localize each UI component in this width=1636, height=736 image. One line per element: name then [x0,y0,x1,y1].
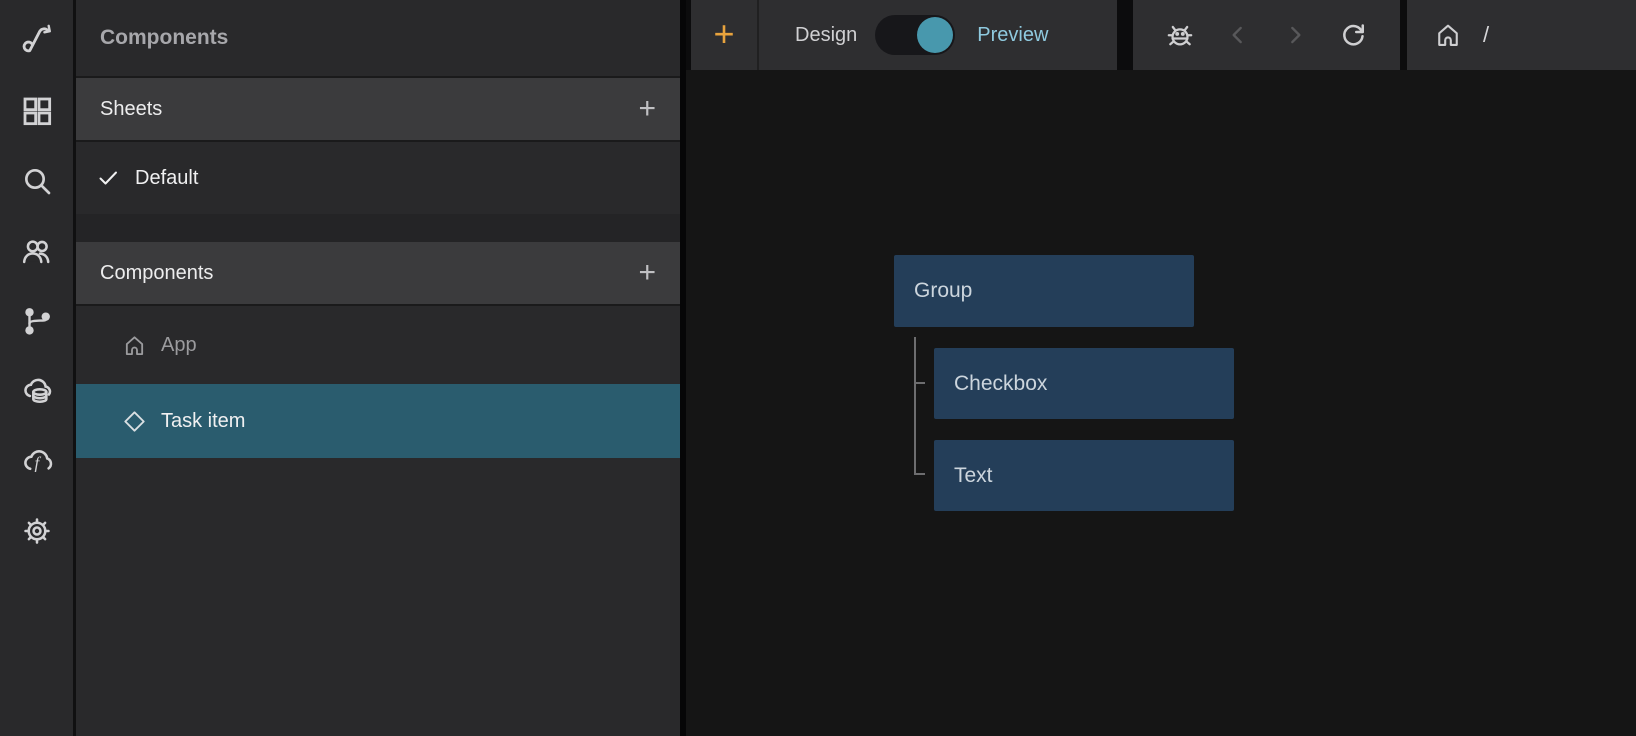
svg-text:f: f [34,453,41,472]
refresh-icon[interactable] [1336,18,1370,52]
bug-icon[interactable] [1163,18,1197,52]
add-element-button[interactable]: + [713,16,734,52]
toolbar: + Design Preview [686,0,1636,70]
icon-rail: f [0,0,76,736]
search-icon[interactable] [20,164,54,198]
toolbar-add-section: + [691,0,759,70]
diamond-icon [122,409,146,433]
tree-connector-vertical [914,337,916,475]
tree-node-text[interactable]: Text [934,440,1234,511]
nav-controls-section [1133,0,1400,70]
component-item-label: Task item [161,410,245,433]
preview-mode-label[interactable]: Preview [977,24,1048,47]
sheet-item-default[interactable]: Default [76,142,680,214]
section-gap [76,214,680,242]
cloud-data-icon[interactable] [20,374,54,408]
canvas: + Design Preview [680,0,1636,736]
users-icon[interactable] [20,234,54,268]
chevron-right-icon[interactable] [1278,18,1312,52]
tree-connector-text [914,473,925,475]
component-item-label: App [161,334,197,357]
tree-node-checkbox[interactable]: Checkbox [934,348,1234,419]
tree-connector-checkbox [914,382,925,384]
panel-title: Components [76,0,680,76]
cloud-function-icon[interactable]: f [20,444,54,478]
branch-icon[interactable] [20,304,54,338]
component-item-app[interactable]: App [76,306,680,384]
tree-node-group[interactable]: Group [894,255,1194,327]
url-path[interactable]: / [1483,22,1489,48]
tree-node-label: Text [954,464,993,488]
components-section-header: Components + [76,242,680,304]
element-tree-stage: Group Checkbox Text [686,70,1636,736]
app-window: f Components Sheets + Defaul [0,0,1636,736]
sheets-section-header: Sheets + [76,78,680,140]
gear-icon[interactable] [20,514,54,548]
chevron-left-icon[interactable] [1221,18,1255,52]
add-component-button[interactable]: + [636,258,658,288]
component-item-task-item[interactable]: Task item [76,384,680,458]
panel-empty-area [76,458,680,736]
tree-node-label: Group [914,279,972,303]
components-panel: Components Sheets + Default Components + [76,0,680,736]
nordcraft-logo[interactable] [20,22,54,56]
tree-node-label: Checkbox [954,372,1047,396]
sheet-item-label: Default [135,167,198,190]
home-icon[interactable] [1431,18,1465,52]
design-mode-label[interactable]: Design [795,24,857,47]
grid-icon[interactable] [20,94,54,128]
check-icon [96,166,120,190]
sheets-header-label: Sheets [100,98,162,121]
home-icon [122,333,146,357]
design-preview-toggle[interactable] [875,15,955,55]
toggle-knob [917,17,953,53]
address-section: / [1407,0,1636,70]
mode-switch-section: Design Preview [759,0,1117,70]
add-sheet-button[interactable]: + [636,94,658,124]
components-header-label: Components [100,262,213,285]
